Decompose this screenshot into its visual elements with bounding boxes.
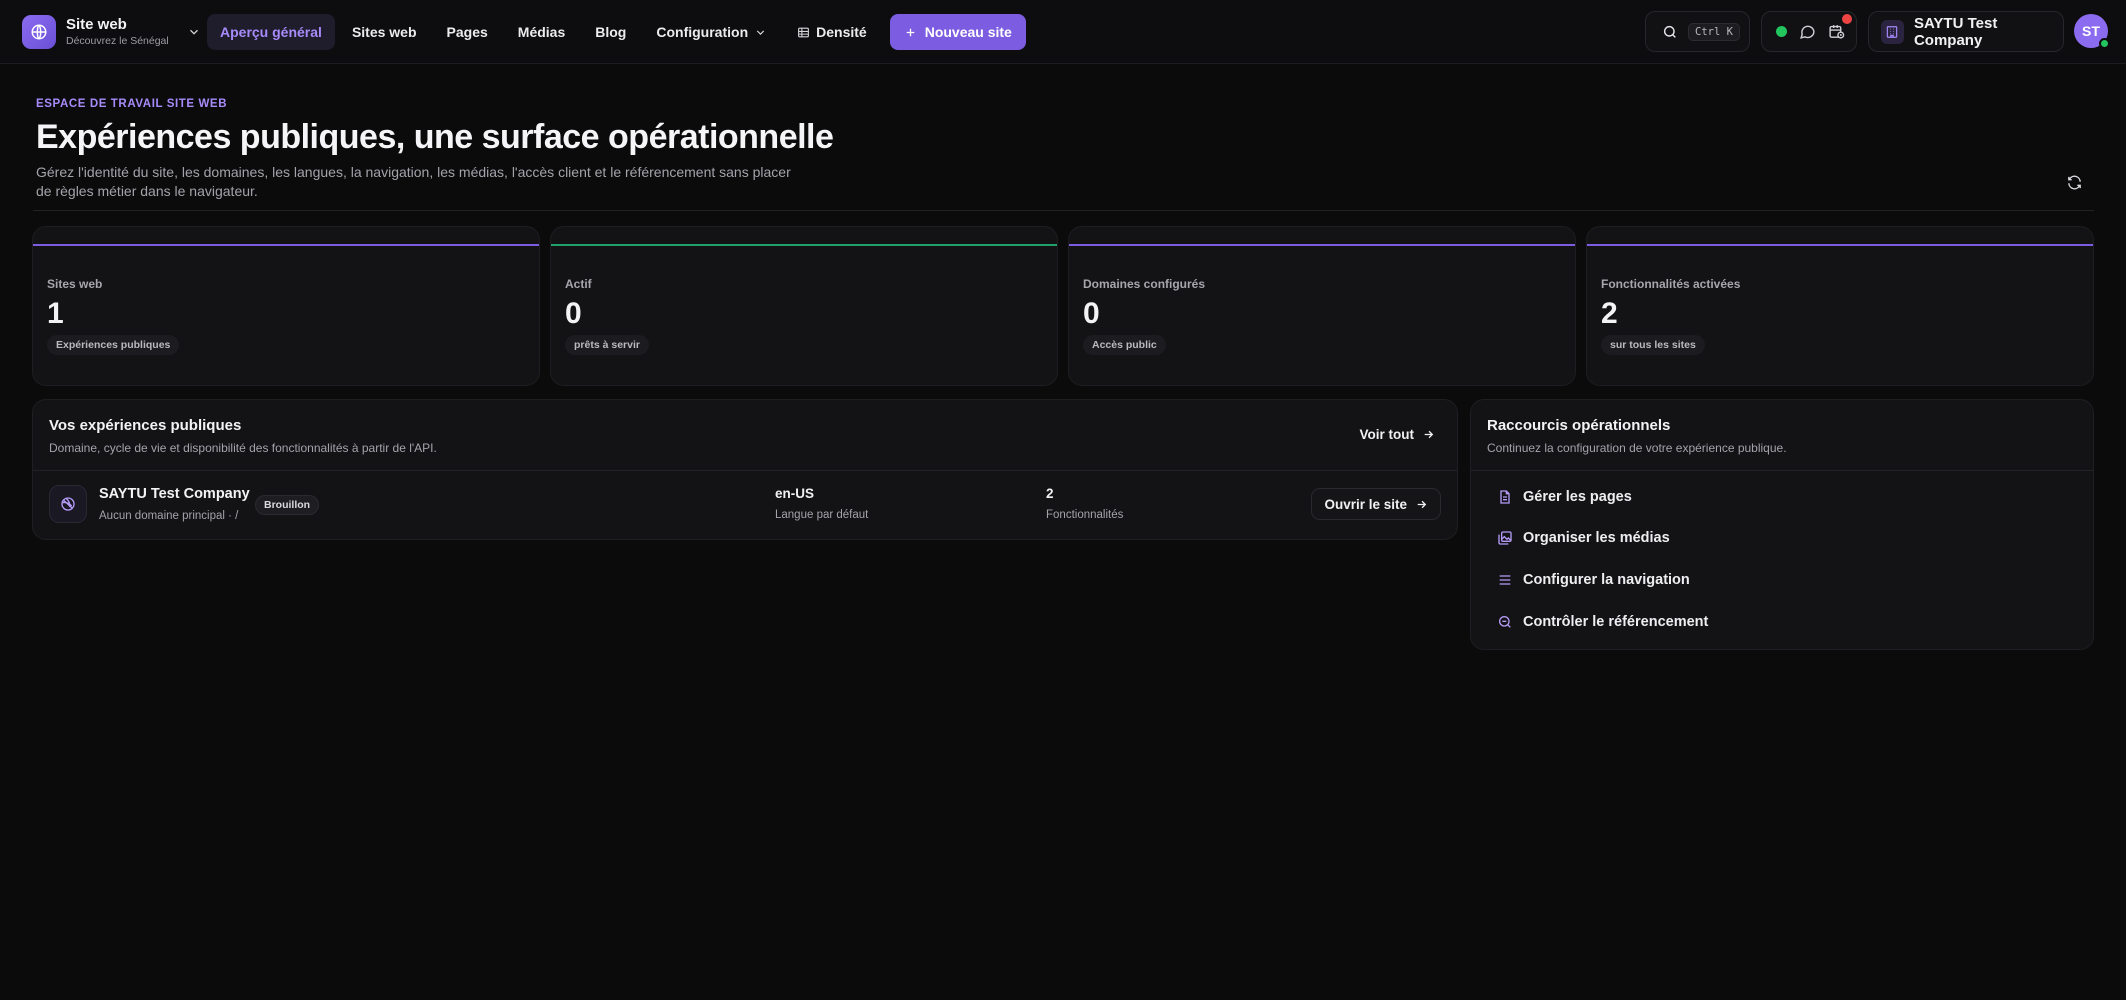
company-switcher[interactable]: SAYTU Test Company [1868,11,2064,52]
page-eyebrow: ESPACE DE TRAVAIL SITE WEB [36,98,228,110]
density-label: Densité [816,24,867,40]
stat-chip: sur tous les sites [1601,335,1705,355]
page-header: ESPACE DE TRAVAIL SITE WEB Expériences p… [36,98,2096,201]
density-toggle[interactable]: Densité [784,14,880,50]
nav-pages[interactable]: Pages [434,14,501,50]
open-site-label: Ouvrir le site [1324,496,1407,512]
nav-media[interactable]: Médias [505,14,578,50]
stat-accent [551,244,1057,246]
workspace-subtitle: Découvrez le Sénégal [66,35,169,48]
arrow-right-icon [1422,428,1435,441]
stat-value: 0 [565,297,582,330]
status-badge: Brouillon [255,495,320,515]
workspace-labels: Site web Découvrez le Sénégal [66,17,169,47]
site-features-value: 2 [1046,486,1054,501]
site-name: SAYTU Test Company [99,486,250,502]
refresh-icon [2066,174,2083,191]
site-language-value: en-US [775,486,815,501]
stat-value: 2 [1601,297,1618,330]
divider [33,210,2094,211]
file-icon [1497,489,1513,505]
operational-shortcuts-panel: Raccourcis opérationnels Continuez la co… [1470,399,2094,650]
stat-card-sites: Sites web 1 Expériences publiques [32,226,540,386]
new-site-button[interactable]: Nouveau site [889,14,1026,50]
stat-label: Actif [565,277,592,291]
globe-icon [22,15,56,49]
building-icon [1881,19,1904,44]
stat-chip: prêts à servir [565,335,649,355]
workspace-title: Site web [66,16,127,34]
see-all-label: Voir tout [1359,426,1415,442]
stat-label: Fonctionnalités activées [1601,277,1741,291]
top-bar: Site web Découvrez le Sénégal Aperçu gén… [0,0,2126,64]
main-nav: Aperçu général Sites web Pages Médias Bl… [207,14,1026,50]
workspace-switcher[interactable]: Site web Découvrez le Sénégal [22,14,201,50]
shortcut-label: Configurer la navigation [1523,572,1690,588]
calendar-clock-icon [1828,23,1845,40]
search-zoom-icon [1497,614,1513,630]
plus-icon [904,26,917,39]
avatar-initials: ST [2082,23,2100,39]
refresh-button[interactable] [2062,170,2086,194]
site-domain-meta: Aucun domaine principal · / [99,510,239,522]
panel-subtitle: Domaine, cycle de vie et disponibilité d… [49,441,437,455]
images-icon [1497,530,1513,546]
see-all-button[interactable]: Voir tout [1360,422,1436,446]
panel-title: Raccourcis opérationnels [1487,417,1671,434]
stat-label: Domaines configurés [1083,277,1206,291]
stat-accent [1587,244,2093,246]
shortcut-label: Organiser les médias [1523,530,1670,546]
nav-configuration[interactable]: Configuration [643,14,780,50]
search-icon [1662,24,1678,40]
site-features-label: Fonctionnalités [1046,509,1124,521]
stat-card-features: Fonctionnalités activées 2 sur tous les … [1586,226,2094,386]
shortcut-organize-media[interactable]: Organiser les médias [1497,525,1670,551]
user-avatar[interactable]: ST [2074,14,2110,49]
table-row: SAYTU Test Company Aucun domaine princip… [33,471,1457,541]
stat-value: 0 [1083,297,1100,330]
notification-badge [1840,12,1854,26]
divider [1471,470,2093,471]
panel-title: Vos expériences publiques [49,417,242,434]
stat-accent [1069,244,1575,246]
nav-blog[interactable]: Blog [582,14,639,50]
shortcut-label: Gérer les pages [1523,489,1632,505]
page-title: Expériences publiques, une surface opéra… [36,118,834,156]
site-language-label: Langue par défaut [775,509,869,521]
shortcut-configure-navigation[interactable]: Configurer la navigation [1497,567,1690,593]
new-site-label: Nouveau site [924,24,1012,40]
online-status-dot [1776,26,1787,37]
shortcut-manage-pages[interactable]: Gérer les pages [1497,484,1632,510]
stat-card-domains: Domaines configurés 0 Accès public [1068,226,1576,386]
nav-sites[interactable]: Sites web [339,14,430,50]
stat-label: Sites web [47,277,103,291]
command-search-button[interactable]: Ctrl K [1645,11,1750,52]
shortcut-control-seo[interactable]: Contrôler le référencement [1497,609,1708,635]
keyboard-shortcut: Ctrl K [1688,22,1740,41]
public-experiences-panel: Vos expériences publiques Domaine, cycle… [32,399,1458,540]
menu-icon [1497,572,1513,588]
shortcut-label: Contrôler le référencement [1523,614,1709,630]
table-icon [797,26,810,39]
nav-configuration-label: Configuration [656,24,749,40]
stat-value: 1 [47,297,64,330]
arrow-right-icon [1415,498,1428,511]
chat-icon[interactable] [1799,23,1816,40]
nav-overview[interactable]: Aperçu général [207,14,335,50]
panel-subtitle: Continuez la configuration de votre expé… [1487,441,1787,455]
stat-chip: Accès public [1083,335,1166,355]
stat-card-active: Actif 0 prêts à servir [550,226,1058,386]
site-globe-icon [49,485,87,523]
status-actions [1761,11,1857,52]
presence-dot [2099,38,2110,49]
notifications-button[interactable] [1828,12,1854,40]
page-description: Gérez l'identité du site, les domaines, … [36,164,791,199]
stat-chip: Expériences publiques [47,335,180,355]
company-name: SAYTU Test Company [1913,14,1998,49]
chevron-down-icon [754,26,767,39]
stat-accent [33,244,539,246]
chevron-down-icon [187,25,201,39]
open-site-button[interactable]: Ouvrir le site [1311,488,1441,520]
